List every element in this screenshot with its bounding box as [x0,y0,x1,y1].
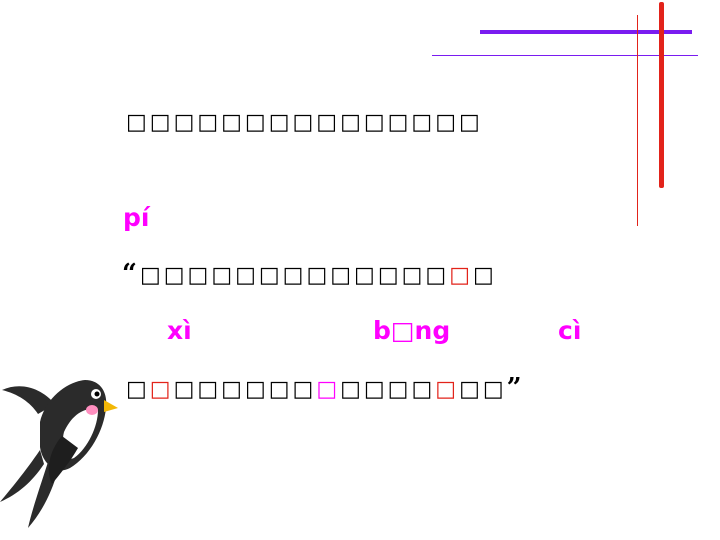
red-thick-line [659,2,664,188]
pinyin-xi: xì [167,316,192,345]
quote-2-a: □ [126,377,150,402]
quote-2-g: □□ [459,377,507,402]
pinyin-pi: pí [123,203,150,232]
close-quote-mark: ” [506,373,525,403]
swallow-bird-icon [0,380,118,528]
pinyin-beng: b□ng [373,316,451,345]
red-thin-line [637,15,638,226]
pinyin-ci: cì [558,316,582,345]
quote-2-highlight-3: □ [435,377,460,402]
quote-2-highlight-2: □ [316,377,341,402]
quote-line-1: “□□□□□□□□□□□□□□□ [122,259,497,289]
quote-1-highlight: □ [449,263,473,288]
open-quote-mark: “ [122,259,140,289]
quote-line-2: □□□□□□□□□□□□□□□□” [126,373,525,403]
title-line: □□□□□□□□□□□□□□□ [126,110,483,135]
quote-2-highlight-1: □ [149,377,174,402]
quote-2-e: □□□□ [340,377,436,402]
quote-2-c: □□□□□□ [173,377,317,402]
quote-1-tail: □ [473,263,497,288]
quote-1-text: □□□□□□□□□□□□□ [139,263,450,288]
